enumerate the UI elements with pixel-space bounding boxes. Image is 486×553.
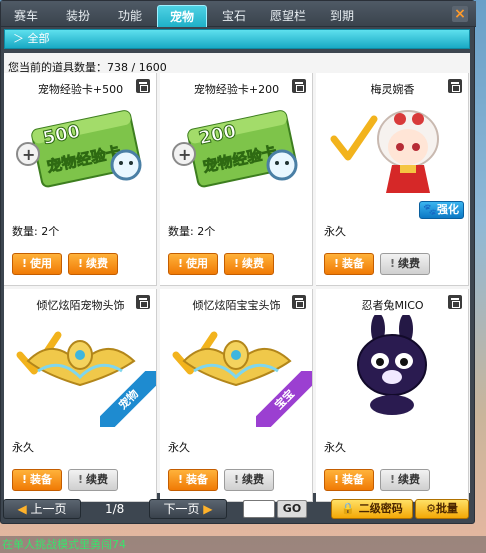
- equip-button[interactable]: ! 装备: [324, 253, 374, 275]
- renew-button[interactable]: ! 续费: [68, 253, 118, 275]
- item-card[interactable]: 梅灵婉香 🐾强化 永久 ! 装备 ! 续费: [316, 73, 469, 286]
- equip-button[interactable]: ! 装备: [168, 469, 218, 491]
- pet-inventory-panel: 赛车 装扮 功能 宠物 宝石 愿望栏 到期 × ＞ 全部 您当前的道具数量：73…: [0, 0, 476, 525]
- pet-exp-card-500-icon: 500 宠物经验卡 +: [16, 110, 142, 188]
- page-number-input[interactable]: [243, 500, 275, 518]
- category-filter[interactable]: ＞ 全部: [4, 29, 470, 49]
- item-name: 忍者兔MICO: [361, 299, 424, 312]
- tab-bar: 赛车 装扮 功能 宠物 宝石 愿望栏 到期 ×: [1, 1, 476, 27]
- renew-button[interactable]: ! 续费: [68, 469, 118, 491]
- trash-icon[interactable]: [448, 295, 462, 309]
- item-quantity: 数量: 2个: [168, 225, 216, 238]
- lock-icon: 🔒: [341, 502, 355, 515]
- use-button[interactable]: ! 使用: [12, 253, 62, 275]
- tab-expired[interactable]: 到期: [317, 5, 367, 27]
- item-duration: 永久: [324, 225, 346, 238]
- use-button[interactable]: ! 使用: [168, 253, 218, 275]
- gear-icon: ⚙: [426, 502, 436, 515]
- svg-text:+: +: [178, 145, 191, 164]
- renew-button[interactable]: ! 续费: [224, 469, 274, 491]
- equip-button[interactable]: ! 装备: [324, 469, 374, 491]
- go-button[interactable]: GO: [277, 500, 307, 518]
- paw-icon: 🐾: [423, 203, 437, 216]
- trash-icon[interactable]: [448, 79, 462, 93]
- renew-button[interactable]: ! 续费: [224, 253, 274, 275]
- tab-outfit[interactable]: 装扮: [53, 5, 103, 27]
- item-name: 宠物经验卡+200: [193, 83, 280, 96]
- tab-racecar[interactable]: 赛车: [1, 5, 51, 27]
- item-name: 倾忆炫陌宝宝头饰: [192, 299, 281, 312]
- ninja-rabbit-icon: [357, 315, 427, 415]
- batch-button[interactable]: ⚙批量: [415, 499, 469, 519]
- secondary-password-button[interactable]: 🔒 二级密码: [331, 499, 413, 519]
- upgrade-badge[interactable]: 🐾强化: [419, 201, 464, 219]
- pet-tag: 宠物: [100, 371, 156, 427]
- item-duration: 永久: [324, 441, 346, 454]
- svg-text:+: +: [22, 145, 35, 164]
- trash-icon[interactable]: [292, 79, 306, 93]
- category-label: 全部: [27, 32, 50, 45]
- equip-button[interactable]: ! 装备: [12, 469, 62, 491]
- tab-wishlist[interactable]: 愿望栏: [263, 5, 313, 27]
- renew-button[interactable]: ! 续费: [380, 253, 430, 275]
- baby-tag: 宝宝: [256, 371, 312, 427]
- page-indicator: 1/8: [105, 502, 125, 516]
- pet-girl-icon: [330, 110, 439, 193]
- chevron-left-icon: ◀: [17, 502, 27, 516]
- chevron-right-icon: ＞: [13, 32, 24, 45]
- item-card[interactable]: 倾忆炫陌宝宝头饰 宝宝 永久 ! 装备 ! 续费: [160, 289, 313, 502]
- pagination-bar: ◀ 上一页 1/8 下一页 ▶ GO 🔒 二级密码 ⚙批量: [1, 495, 476, 525]
- tab-pet[interactable]: 宠物: [157, 5, 207, 27]
- tab-gem[interactable]: 宝石: [209, 5, 259, 27]
- tab-function[interactable]: 功能: [105, 5, 155, 27]
- trash-icon[interactable]: [292, 295, 306, 309]
- item-card[interactable]: 忍者兔MICO 永久 ! 装备 ! 续费: [316, 289, 469, 502]
- renew-button[interactable]: ! 续费: [380, 469, 430, 491]
- item-duration: 永久: [12, 441, 34, 454]
- prev-page-button[interactable]: ◀ 上一页: [3, 499, 81, 519]
- item-card[interactable]: 宠物经验卡+500 500 宠物经验卡 + 数量: 2个 ! 使用 ! 续费: [4, 73, 157, 286]
- item-grid: 您当前的道具数量：738 / 1600 宠物经验卡+500 500 宠物经验卡 …: [4, 53, 470, 502]
- trash-icon[interactable]: [136, 79, 150, 93]
- item-name: 宠物经验卡+500: [37, 83, 124, 96]
- pet-exp-card-200-icon: 200 宠物经验卡 +: [172, 110, 298, 188]
- chevron-right-icon: ▶: [203, 502, 213, 516]
- item-quantity: 数量: 2个: [12, 225, 60, 238]
- close-button[interactable]: ×: [452, 6, 468, 22]
- chat-message: 在单人挑战模式里勇闯74: [0, 536, 486, 553]
- trash-icon[interactable]: [136, 295, 150, 309]
- next-page-button[interactable]: 下一页 ▶: [149, 499, 227, 519]
- item-name: 倾忆炫陌宠物头饰: [36, 299, 125, 312]
- item-card[interactable]: 倾忆炫陌宠物头饰 宠物 永久 ! 装备 ! 续费: [4, 289, 157, 502]
- item-name: 梅灵婉香: [370, 83, 415, 96]
- item-duration: 永久: [168, 441, 190, 454]
- item-card[interactable]: 宠物经验卡+200 200 宠物经验卡 + 数量: 2个 ! 使用 ! 续费: [160, 73, 313, 286]
